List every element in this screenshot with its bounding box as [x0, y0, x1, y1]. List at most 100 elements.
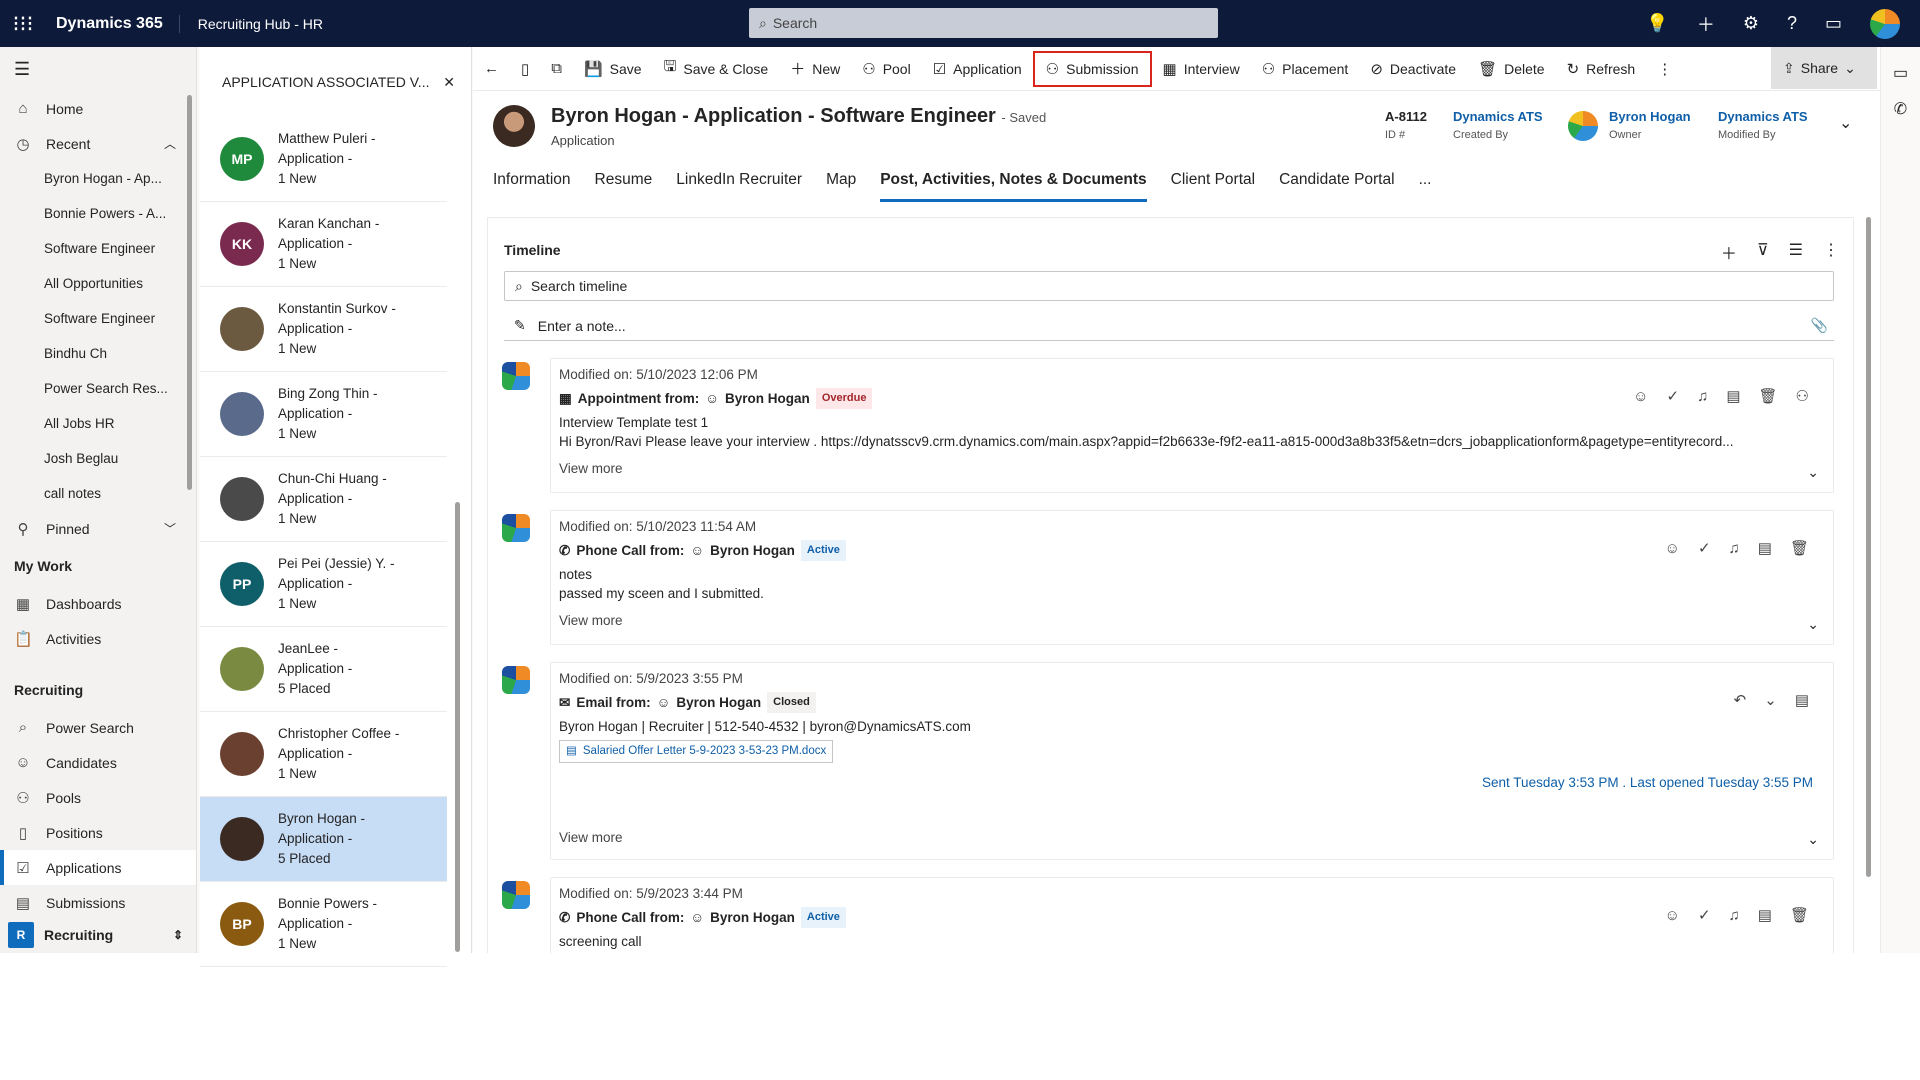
open-record-icon[interactable]: ▤	[1795, 691, 1809, 710]
header-expand-chevron-icon[interactable]: ⌄	[1839, 113, 1852, 133]
modified-by-link[interactable]: Dynamics ATS	[1718, 108, 1808, 126]
form-scrollbar[interactable]	[1866, 217, 1871, 877]
recent-item[interactable]: Software Engineer	[0, 301, 196, 336]
check-icon[interactable]: ✓	[1698, 906, 1711, 925]
nav-submissions[interactable]: ▤ Submissions	[0, 885, 196, 920]
teams-icon[interactable]: ⚇	[1796, 387, 1809, 406]
trash-icon[interactable]: 🗑	[1759, 387, 1778, 406]
chevron-down-icon[interactable]: ⌄	[1764, 691, 1777, 710]
attachment-chip[interactable]: ▤ Salaried Offer Letter 5-9-2023 3-53-23…	[559, 740, 834, 763]
open-record-icon[interactable]: ▤	[1726, 387, 1740, 406]
area-switcher[interactable]: R Recruiting ⇕	[0, 917, 197, 953]
assign-icon[interactable]: ☺	[1665, 539, 1680, 558]
tab-resume[interactable]: Resume	[595, 171, 653, 202]
tab-client-portal[interactable]: Client Portal	[1171, 171, 1255, 202]
paperclip-icon[interactable]: 📎	[1811, 317, 1828, 334]
check-icon[interactable]: ✓	[1698, 539, 1711, 558]
user-avatar[interactable]	[1870, 8, 1900, 39]
chevron-down-icon[interactable]: ⌄	[1807, 463, 1819, 482]
nav-power-search[interactable]: ⌕ Power Search	[0, 710, 196, 745]
recent-item[interactable]: Josh Beglau	[0, 441, 196, 476]
panel-list-item[interactable]: PP Pei Pei (Jessie) Y. - Application - 1 Ne…	[200, 542, 447, 627]
new-button[interactable]: ＋ New	[779, 47, 851, 91]
app-launcher-icon[interactable]: ⁝⁝⁝	[0, 11, 46, 37]
refresh-button[interactable]: ↻ Refresh	[1556, 47, 1647, 91]
chat-icon[interactable]: ▭	[1881, 63, 1920, 83]
application-button[interactable]: ☑ Application	[922, 47, 1033, 91]
panel-list-item[interactable]: Byron Hogan - Application - 5 Placed	[200, 797, 447, 882]
placement-button[interactable]: ⚇ Placement	[1251, 47, 1360, 91]
close-icon[interactable]: ✕	[443, 74, 455, 91]
plus-icon[interactable]: ＋	[1697, 11, 1715, 37]
tab-linkedin-recruiter[interactable]: LinkedIn Recruiter	[676, 171, 802, 202]
assign-icon[interactable]: ☺	[1665, 906, 1680, 925]
plus-icon[interactable]: ＋	[1721, 240, 1737, 264]
panel-list-item[interactable]: Bing Zong Thin - Application - 1 New	[200, 372, 447, 457]
gear-icon[interactable]: ⚙	[1743, 13, 1759, 34]
card-who[interactable]: Byron Hogan	[710, 908, 795, 927]
nav-pools[interactable]: ⚇ Pools	[0, 780, 196, 815]
timeline-search-input[interactable]: ⌕ Search timeline	[504, 271, 1834, 301]
owner-link[interactable]: Byron Hogan	[1609, 108, 1691, 126]
tab-candidate-portal[interactable]: Candidate Portal	[1279, 171, 1394, 202]
list-icon[interactable]: ☰	[1789, 240, 1803, 264]
back-button[interactable]: ←	[473, 47, 510, 91]
nav-positions[interactable]: ▯ Positions	[0, 815, 196, 850]
view-more-link[interactable]: View more	[559, 828, 1825, 847]
chevron-down-icon[interactable]: ⌄	[1807, 615, 1819, 634]
recent-item[interactable]: All Jobs HR	[0, 406, 196, 441]
app-brand[interactable]: Dynamics 365	[46, 14, 180, 33]
open-record-icon[interactable]: ▤	[1758, 906, 1772, 925]
chat-icon[interactable]: ▭	[1825, 13, 1842, 34]
open-new-window-button[interactable]: ⧉	[540, 47, 573, 91]
panel-list-item[interactable]: BP Bonnie Powers - Application - 1 New	[200, 882, 447, 967]
recent-item[interactable]: Power Search Res...	[0, 371, 196, 406]
view-more-link[interactable]: View more	[559, 611, 1825, 630]
reply-icon[interactable]: ↶	[1734, 691, 1747, 710]
share-button[interactable]: ⇪ Share ⌄	[1771, 47, 1877, 89]
more-commands-button[interactable]: ⋮	[1646, 47, 1683, 91]
bell-icon[interactable]: ♫	[1729, 539, 1740, 558]
trash-icon[interactable]: 🗑	[1790, 539, 1809, 558]
more-vertical-icon[interactable]: ⋮	[1823, 240, 1839, 264]
recent-item[interactable]: All Opportunities	[0, 266, 196, 301]
bell-icon[interactable]: ♫	[1729, 906, 1740, 925]
tab-post-activities[interactable]: Post, Activities, Notes & Documents	[880, 171, 1147, 202]
pool-button[interactable]: ⚇ Pool	[851, 47, 921, 91]
card-who[interactable]: Byron Hogan	[725, 389, 810, 408]
open-record-icon[interactable]: ▤	[1758, 539, 1772, 558]
panel-list-item[interactable]: Chun-Chi Huang - Application - 1 New	[200, 457, 447, 542]
check-icon[interactable]: ✓	[1666, 387, 1679, 406]
card-who[interactable]: Byron Hogan	[710, 541, 795, 560]
nav-activities[interactable]: 📋 Activities	[0, 621, 196, 656]
recent-item[interactable]: call notes	[0, 476, 196, 511]
note-input[interactable]: ✎ Enter a note... 📎	[504, 311, 1834, 341]
panel-list-item[interactable]: JeanLee - Application - 5 Placed	[200, 627, 447, 712]
nav-dashboards[interactable]: ▦ Dashboards	[0, 586, 196, 621]
nav-pinned[interactable]: ⚲ Pinned ﹀	[0, 511, 196, 546]
form-icon-button[interactable]: ▯	[510, 47, 540, 91]
chevron-up-icon[interactable]: ︿	[164, 135, 176, 152]
bell-icon[interactable]: ♫	[1697, 387, 1708, 406]
global-search-input[interactable]: ⌕ Search	[749, 8, 1218, 38]
chevron-down-icon[interactable]: ﹀	[164, 520, 176, 537]
panel-list-item[interactable]: KK Karan Kanchan - Application - 1 New	[200, 202, 447, 287]
nav-candidates[interactable]: ☺ Candidates	[0, 745, 196, 780]
tab-information[interactable]: Information	[493, 171, 571, 202]
recent-item[interactable]: Byron Hogan - Ap...	[0, 161, 196, 196]
hamburger-icon[interactable]: ☰	[0, 47, 196, 91]
recent-item[interactable]: Bonnie Powers - A...	[0, 196, 196, 231]
phone-icon[interactable]: ✆	[1881, 99, 1920, 119]
assign-icon[interactable]: ☺	[1633, 387, 1648, 406]
submission-button[interactable]: ⚇ Submission	[1032, 50, 1152, 87]
nav-recent[interactable]: ◷ Recent ︿	[0, 126, 196, 161]
panel-list-item[interactable]: Christopher Coffee - Application - 1 New	[200, 712, 447, 797]
panel-scrollbar[interactable]	[455, 502, 460, 952]
nav-scrollbar[interactable]	[187, 95, 192, 490]
view-more-link[interactable]: View more	[559, 459, 1825, 478]
recent-item[interactable]: Bindhu Ch	[0, 336, 196, 371]
tab-more[interactable]: ...	[1419, 171, 1432, 202]
panel-list-item[interactable]: Konstantin Surkov - Application - 1 New	[200, 287, 447, 372]
created-by-link[interactable]: Dynamics ATS	[1453, 108, 1543, 126]
recent-item[interactable]: Software Engineer	[0, 231, 196, 266]
